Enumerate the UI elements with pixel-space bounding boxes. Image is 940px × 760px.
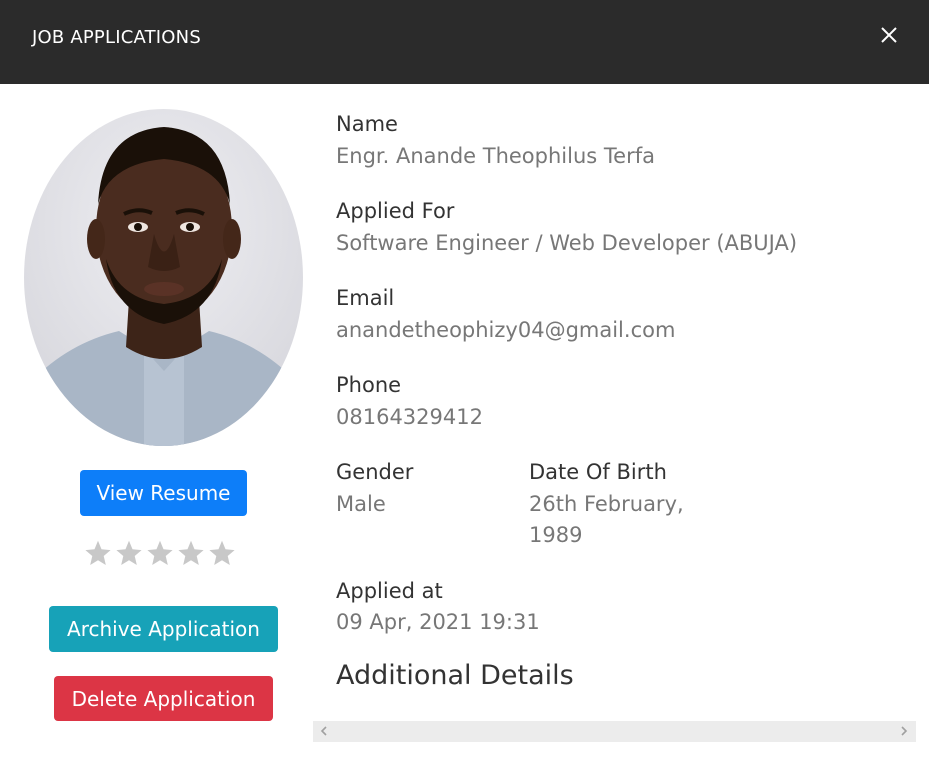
- phone-value: 08164329412: [336, 405, 483, 429]
- gender-value: Male: [336, 492, 386, 516]
- scroll-left-icon[interactable]: [318, 725, 330, 737]
- close-icon: [881, 27, 897, 43]
- dob-value-line1: 26th February,: [529, 492, 684, 516]
- phone-label: Phone: [336, 373, 402, 397]
- star-icon[interactable]: [84, 538, 112, 568]
- dob-label: Date Of Birth: [529, 460, 667, 484]
- modal-title: JOB APPLICATIONS: [32, 27, 201, 48]
- star-icon[interactable]: [115, 538, 143, 568]
- star-icon[interactable]: [208, 538, 236, 568]
- applied-for-label: Applied For: [336, 199, 455, 223]
- gender-label: Gender: [336, 460, 414, 484]
- star-icon[interactable]: [177, 538, 205, 568]
- view-resume-button[interactable]: View Resume: [80, 470, 247, 516]
- email-label: Email: [336, 286, 395, 310]
- applied-at-label: Applied at: [336, 579, 443, 603]
- archive-application-button[interactable]: Archive Application: [49, 606, 278, 652]
- name-label: Name: [336, 112, 398, 136]
- email-value: anandetheophizy04@gmail.com: [336, 318, 676, 342]
- delete-application-button[interactable]: Delete Application: [54, 676, 273, 721]
- name-value: Engr. Anande Theophilus Terfa: [336, 144, 655, 168]
- applicant-photo: [24, 109, 303, 446]
- applied-at-value: 09 Apr, 2021 19:31: [336, 610, 540, 634]
- star-icon[interactable]: [146, 538, 174, 568]
- rating-stars: [84, 538, 236, 568]
- additional-details-heading: Additional Details: [336, 660, 574, 691]
- horizontal-scrollbar[interactable]: [313, 721, 916, 742]
- dob-value-line2: 1989: [529, 523, 583, 547]
- page-gutter: [929, 0, 940, 760]
- modal-header: JOB APPLICATIONS: [0, 0, 929, 84]
- applied-for-value: Software Engineer / Web Developer (ABUJA…: [336, 231, 798, 255]
- close-button[interactable]: [876, 22, 902, 48]
- scroll-right-icon[interactable]: [898, 725, 910, 737]
